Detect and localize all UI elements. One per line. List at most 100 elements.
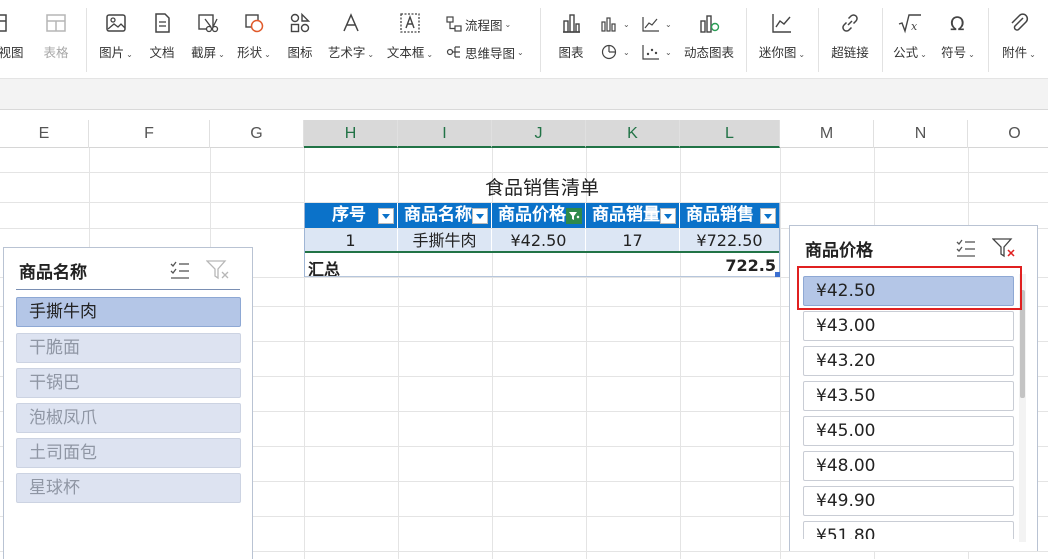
- slicer-item[interactable]: 干脆面: [16, 333, 241, 363]
- slicer-item[interactable]: ¥45.00: [803, 416, 1014, 446]
- screenshot-button[interactable]: 截屏 ⌄: [188, 10, 228, 70]
- column-header[interactable]: O: [968, 120, 1048, 148]
- chevron-down-icon: ⌄: [426, 50, 434, 59]
- table-view-button[interactable]: 表视图: [0, 10, 28, 70]
- table-cell[interactable]: 17: [586, 229, 680, 252]
- chevron-down-icon: ⌄: [1029, 50, 1036, 59]
- chevron-down-icon: ⌄: [968, 50, 975, 59]
- chevron-down-icon: ⌄: [798, 50, 806, 59]
- column-header[interactable]: J: [492, 120, 586, 148]
- pie-chart-icon: [601, 44, 617, 60]
- filter-dropdown-icon[interactable]: [660, 208, 676, 224]
- scatter-chart-dropdown[interactable]: ⌄: [642, 41, 672, 63]
- attachment-label: 附件: [1002, 45, 1028, 60]
- flowchart-label: 流程图: [465, 17, 503, 33]
- symbol-button[interactable]: Ω 符号 ⌄: [938, 10, 978, 70]
- column-header[interactable]: N: [874, 120, 968, 148]
- shape-button[interactable]: 形状 ⌄: [234, 10, 274, 70]
- table-title[interactable]: 食品销售清单: [304, 173, 780, 203]
- slicer-bottom-fade: [790, 539, 1037, 551]
- chevron-down-icon: ⌄: [665, 19, 672, 29]
- sparkline-button[interactable]: 迷你图 ⌄: [756, 10, 808, 70]
- table-header-cell[interactable]: 商品销量: [586, 203, 680, 228]
- chevron-down-icon: ⌄: [623, 19, 630, 29]
- chevron-down-icon: ⌄: [665, 47, 672, 57]
- header-quantity-label: 商品销量: [592, 205, 660, 225]
- table-header-cell[interactable]: 序号: [304, 203, 398, 228]
- table-header-cell[interactable]: 商品销售: [680, 203, 780, 228]
- column-header[interactable]: E: [0, 120, 89, 148]
- mindmap-button[interactable]: 思维导图 ⌄: [446, 41, 524, 63]
- column-header[interactable]: L: [680, 120, 780, 148]
- table-bottom-border: [304, 276, 780, 277]
- slicer-item[interactable]: 星球杯: [16, 473, 241, 503]
- selected-row-border: [304, 251, 780, 253]
- column-header[interactable]: I: [398, 120, 492, 148]
- column-header[interactable]: F: [89, 120, 210, 148]
- multi-select-icon[interactable]: [955, 238, 977, 262]
- screenshot-label: 截屏: [191, 45, 217, 60]
- textbox-icon: [384, 12, 436, 44]
- total-value[interactable]: 722.5: [700, 256, 776, 275]
- wordart-label: 艺术字: [327, 45, 366, 60]
- symbol-label: 符号: [941, 45, 967, 60]
- slicer-item[interactable]: ¥43.20: [803, 346, 1014, 376]
- icon-button[interactable]: 图标: [284, 10, 316, 70]
- dynamic-chart-button[interactable]: 动态图表: [682, 10, 736, 70]
- shape-icon: [234, 12, 274, 44]
- flowchart-button[interactable]: 流程图 ⌄: [446, 13, 511, 35]
- slicer-item[interactable]: 泡椒凤爪: [16, 403, 241, 433]
- table-button[interactable]: 表格: [38, 10, 74, 70]
- toolbar-separator: [988, 8, 989, 72]
- slicer-item[interactable]: ¥43.00: [803, 311, 1014, 341]
- hyperlink-button[interactable]: 超链接: [828, 10, 872, 70]
- slicer-item[interactable]: ¥51.80: [803, 521, 1014, 539]
- multi-select-icon[interactable]: [169, 260, 191, 284]
- line-chart-dropdown[interactable]: ⌄: [642, 13, 672, 35]
- column-header[interactable]: M: [780, 120, 874, 148]
- table-resize-handle[interactable]: [775, 272, 780, 277]
- link-icon: [828, 12, 872, 44]
- column-header[interactable]: G: [210, 120, 304, 148]
- svg-text:Ω: Ω: [950, 13, 965, 34]
- slicer-item[interactable]: ¥48.00: [803, 451, 1014, 481]
- column-header[interactable]: K: [586, 120, 680, 148]
- wordart-button[interactable]: 艺术字 ⌄: [326, 10, 376, 70]
- pie-chart-dropdown[interactable]: ⌄: [600, 41, 630, 63]
- product-name-slicer[interactable]: 商品名称 手撕牛肉 干脆面 干锅巴 泡椒凤爪 土司面包 星球杯: [3, 247, 253, 559]
- wordart-icon: [326, 12, 376, 44]
- table-header-cell[interactable]: 商品价格: [492, 203, 586, 228]
- table-cell[interactable]: 1: [304, 229, 398, 252]
- slicer-item[interactable]: 干锅巴: [16, 368, 241, 398]
- table-cell[interactable]: ¥42.50: [492, 229, 586, 252]
- column-header[interactable]: H: [304, 120, 398, 148]
- slicer-item[interactable]: 土司面包: [16, 438, 241, 468]
- column-chart-dropdown[interactable]: ⌄: [600, 13, 630, 35]
- filter-dropdown-icon[interactable]: [378, 208, 394, 224]
- clear-filter-icon[interactable]: [991, 237, 1016, 263]
- clear-filter-icon[interactable]: [205, 259, 230, 285]
- slicer-item[interactable]: 手撕牛肉: [16, 297, 241, 327]
- filter-dropdown-icon[interactable]: [760, 208, 776, 224]
- attachment-button[interactable]: 附件 ⌄: [998, 10, 1040, 70]
- chevron-down-icon: ⌄: [126, 50, 133, 59]
- document-button[interactable]: 文档: [146, 10, 178, 70]
- textbox-button[interactable]: 文本框 ⌄: [384, 10, 436, 70]
- filter-active-icon[interactable]: [566, 208, 582, 224]
- header-price-label: 商品价格: [498, 205, 566, 225]
- table-cell[interactable]: 手撕牛肉: [398, 229, 492, 252]
- omega-symbol-icon: Ω: [938, 12, 978, 44]
- chart-button[interactable]: 图表: [552, 10, 590, 70]
- slicer-item[interactable]: ¥43.50: [803, 381, 1014, 411]
- slicer-item[interactable]: ¥49.90: [803, 486, 1014, 516]
- slicer-title: 商品价格: [805, 241, 873, 261]
- formula-button[interactable]: x 公式 ⌄: [890, 10, 930, 70]
- picture-label: 图片: [99, 45, 125, 60]
- table-cell[interactable]: ¥722.50: [680, 229, 780, 252]
- filter-dropdown-icon[interactable]: [472, 208, 488, 224]
- picture-button[interactable]: 图片 ⌄: [96, 10, 136, 70]
- svg-text:x: x: [911, 20, 918, 33]
- table-header-cell[interactable]: 商品名称: [398, 203, 492, 228]
- toolbar-separator: [746, 8, 747, 72]
- formula-bar-area: [0, 78, 1048, 110]
